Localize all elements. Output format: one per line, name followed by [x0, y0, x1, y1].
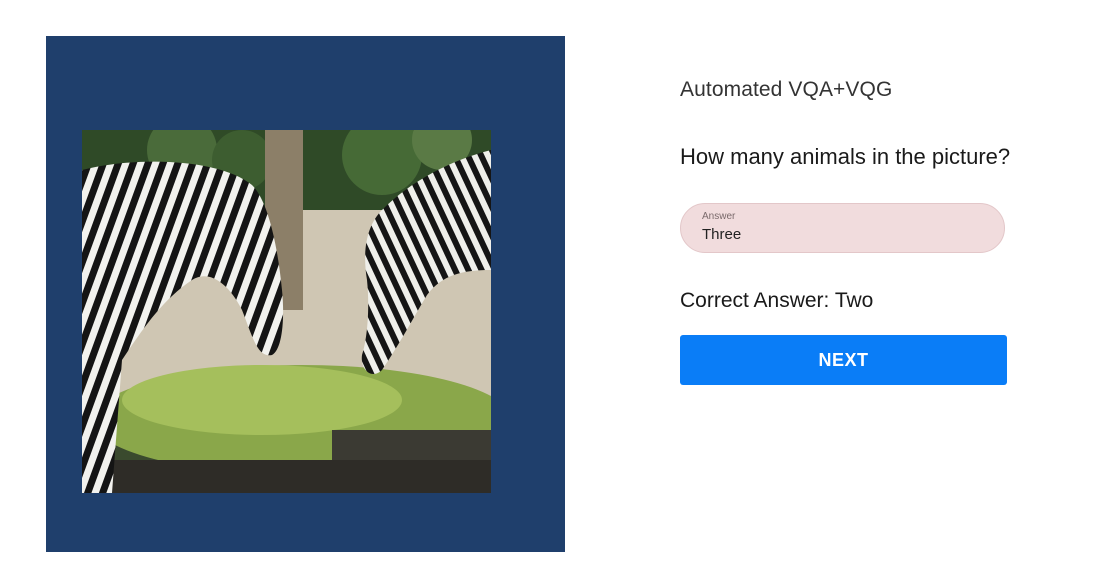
vqa-page: Automated VQA+VQG How many animals in th…	[0, 0, 1098, 584]
answer-field-label: Answer	[702, 211, 736, 222]
app-title: Automated VQA+VQG	[680, 78, 893, 101]
answer-field-value[interactable]: Three	[702, 226, 1004, 244]
answer-field[interactable]: Answer Three	[680, 203, 1005, 253]
correct-answer-text: Correct Answer: Two	[680, 289, 874, 312]
zebra-photo	[82, 130, 491, 493]
image-panel	[46, 36, 565, 552]
question-text: How many animals in the picture?	[680, 144, 1011, 169]
next-button[interactable]: NEXT	[680, 335, 1007, 385]
